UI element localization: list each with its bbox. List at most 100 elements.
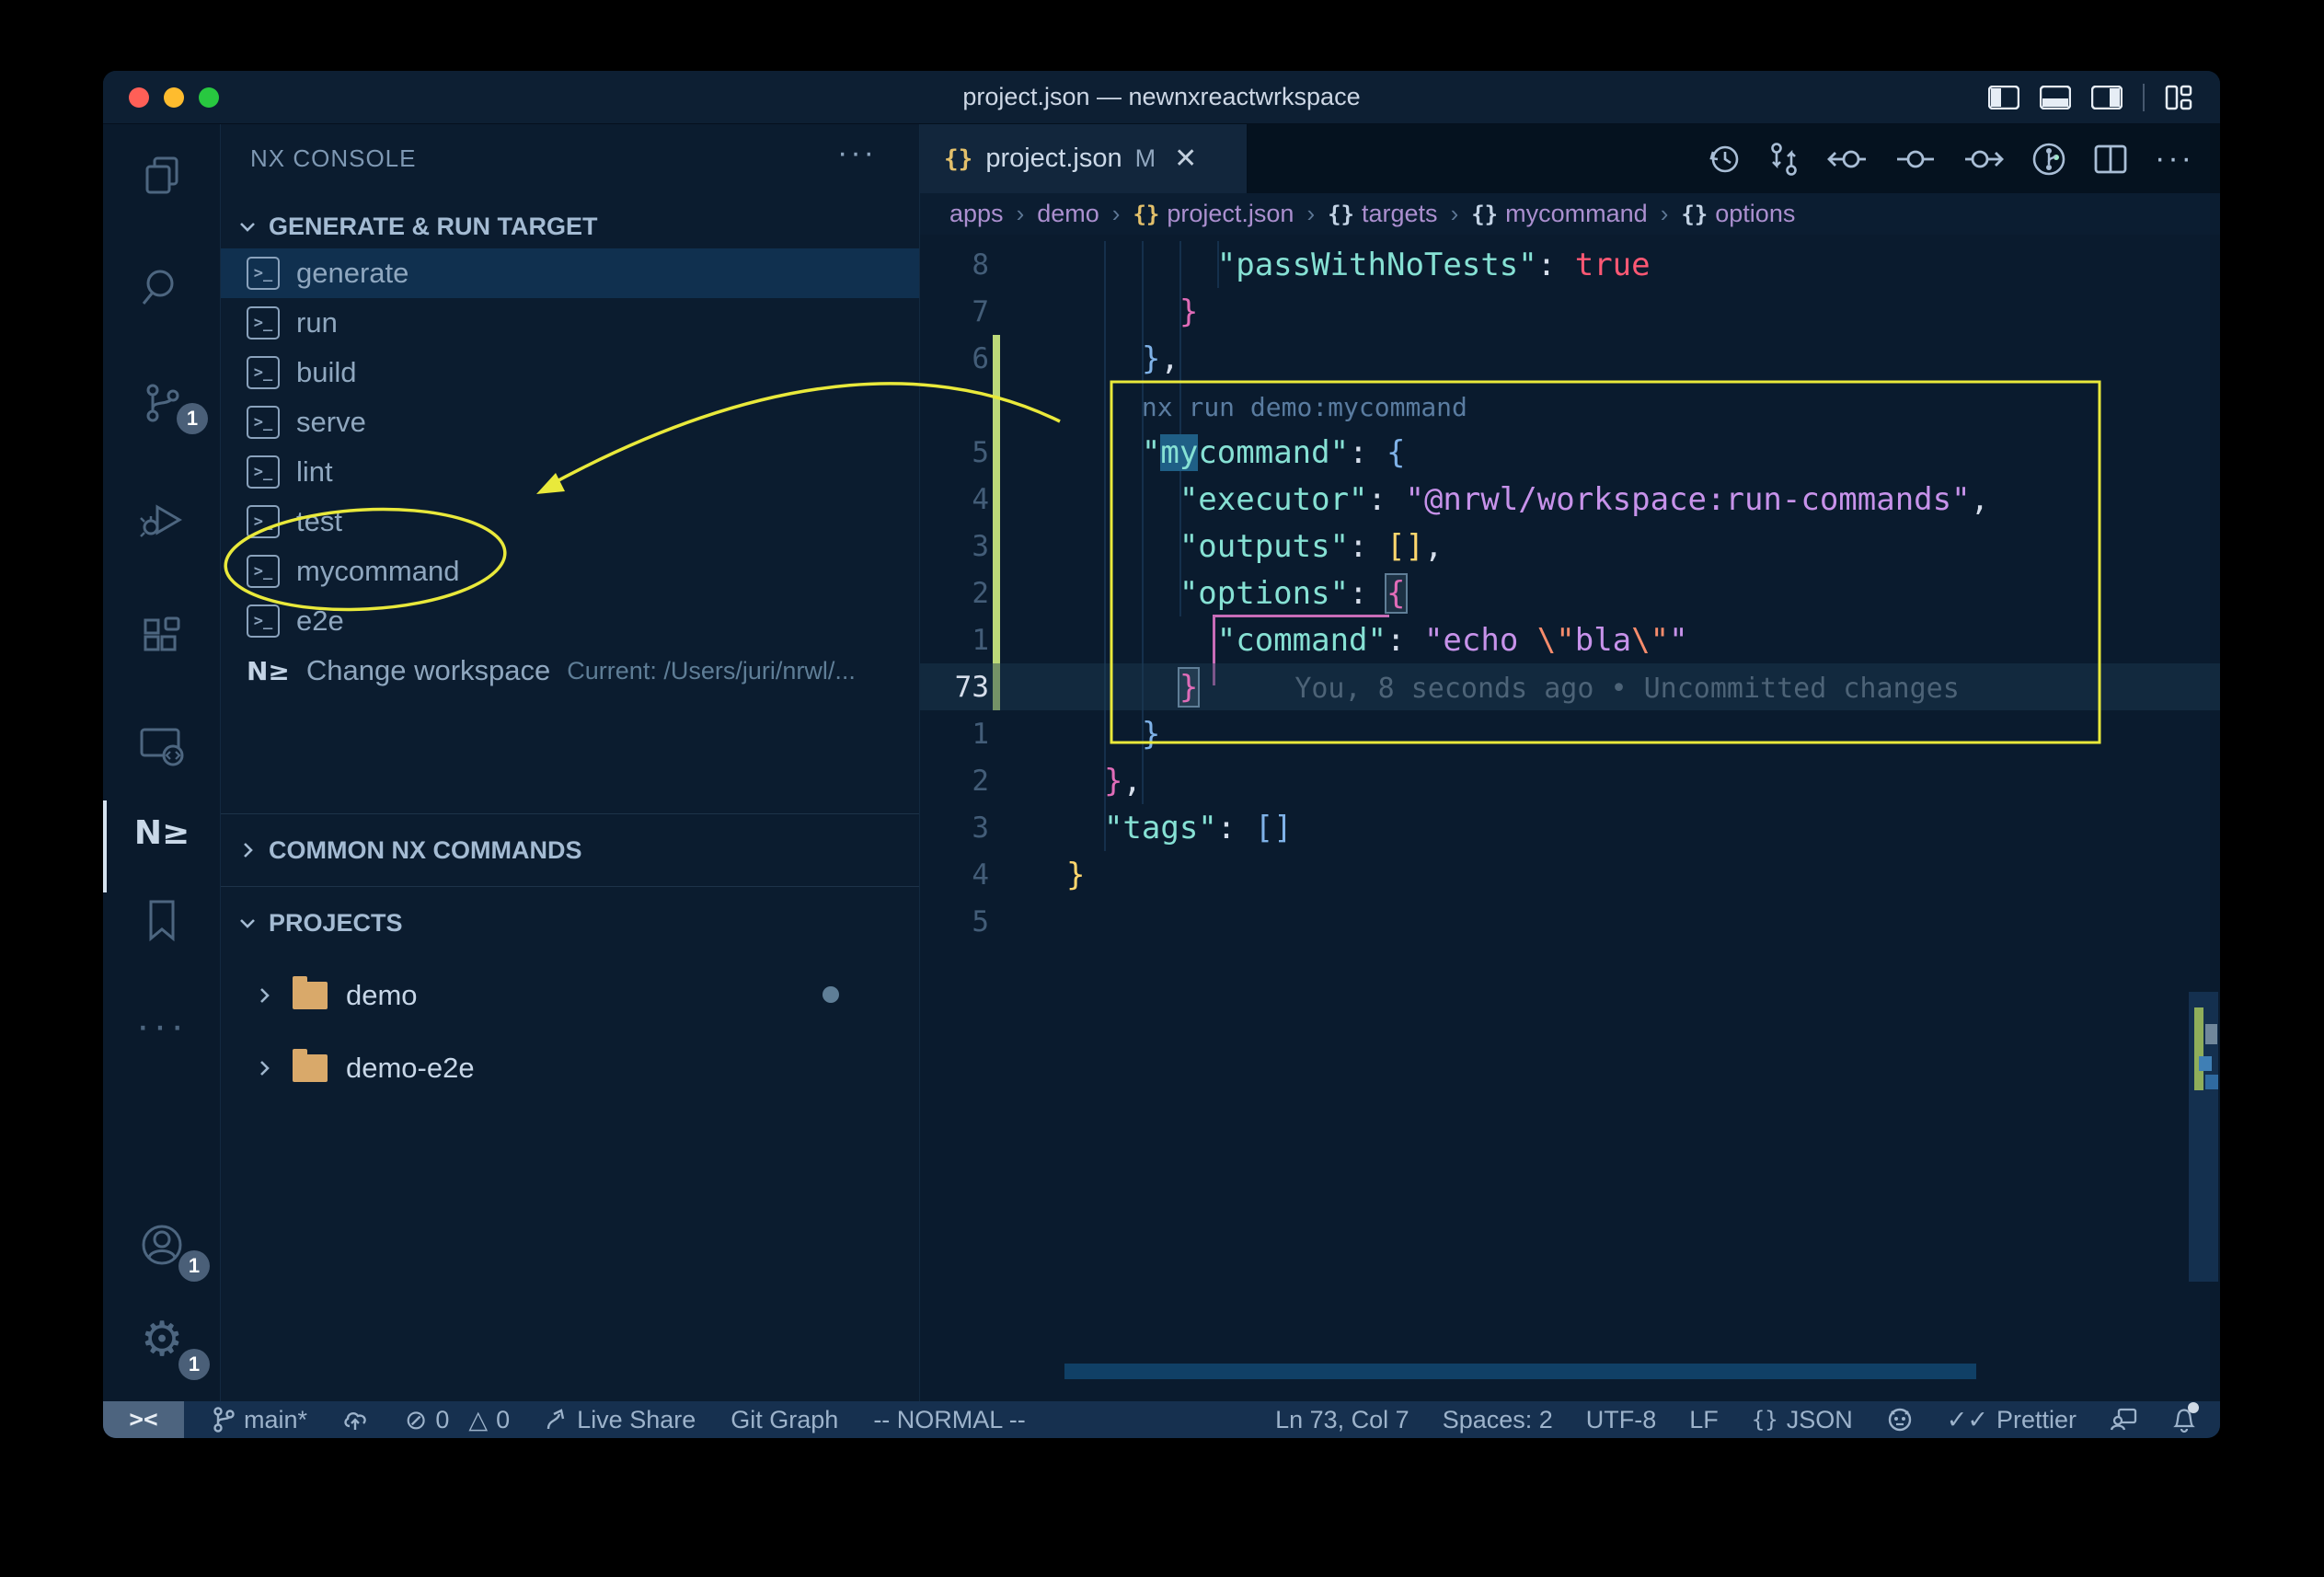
live-share-button[interactable]: Live Share	[545, 1406, 696, 1434]
code-text: }	[1066, 294, 1198, 330]
project-item-demo[interactable]: demo	[221, 959, 919, 1031]
more-actions-icon[interactable]: ···	[2155, 141, 2194, 177]
maximize-window-button[interactable]	[199, 87, 219, 108]
split-editor-icon[interactable]	[2094, 144, 2127, 174]
customize-layout-icon[interactable]	[2165, 85, 2192, 110]
search-icon[interactable]	[103, 243, 221, 331]
target-item-lint[interactable]: >_lint	[221, 447, 919, 497]
cursor-position[interactable]: Ln 73, Col 7	[1275, 1406, 1409, 1434]
target-item-build[interactable]: >_build	[221, 348, 919, 397]
sync-changes-button[interactable]	[342, 1408, 370, 1432]
breadcrumb-options[interactable]: {}options	[1681, 200, 1795, 228]
toggle-sidebar-icon[interactable]	[1988, 86, 2019, 109]
overview-ruler-mark	[2199, 1056, 2212, 1071]
code-line[interactable]: nx run demo:mycommand	[920, 382, 2220, 429]
code-line[interactable]: 1 "command": "echo \"bla\""	[920, 616, 2220, 663]
code-area[interactable]: "jestConfig": "apps/demo/jest.config.js"…	[920, 235, 2220, 1401]
vim-mode-indicator[interactable]: -- NORMAL --	[873, 1406, 1025, 1434]
encoding-setting[interactable]: UTF-8	[1586, 1406, 1657, 1434]
section-common-nx-commands[interactable]: COMMON NX COMMANDS	[221, 813, 919, 886]
explorer-icon[interactable]	[103, 131, 221, 219]
indentation-setting[interactable]: Spaces: 2	[1443, 1406, 1553, 1434]
current-change-icon[interactable]	[1895, 144, 1936, 175]
close-window-button[interactable]	[129, 87, 149, 108]
code-line[interactable]: 3 "tags": []	[920, 804, 2220, 851]
line-number: 3	[920, 812, 989, 845]
code-line[interactable]: 1 }	[920, 710, 2220, 757]
more-views-icon[interactable]: ···	[103, 982, 221, 1070]
status-bar: >< main* ⊘ 0 △ 0 Live Share Git Graph --…	[103, 1401, 2220, 1438]
language-mode[interactable]: {} JSON	[1752, 1406, 1853, 1434]
terminal-icon: >_	[247, 356, 280, 389]
codelens-run-command[interactable]: nx run demo:mycommand	[1142, 392, 1467, 422]
target-label: lint	[296, 455, 333, 489]
target-item-generate[interactable]: >_generate	[221, 248, 919, 298]
code-line[interactable]: 4}	[920, 851, 2220, 898]
problems-indicator[interactable]: ⊘ 0 △ 0	[405, 1404, 510, 1436]
compare-changes-icon[interactable]	[1768, 142, 1800, 177]
breadcrumb-targets[interactable]: {}targets	[1328, 200, 1437, 228]
change-workspace-item[interactable]: N≥ Change workspace Current: /Users/juri…	[221, 646, 919, 696]
toggle-panel-icon[interactable]	[2040, 86, 2071, 109]
extensions-icon[interactable]	[103, 591, 221, 679]
next-change-icon[interactable]	[1963, 144, 2004, 175]
editor-actions: ···	[1708, 124, 2194, 193]
target-item-e2e[interactable]: >_e2e	[221, 596, 919, 646]
target-item-test[interactable]: >_test	[221, 497, 919, 547]
horizontal-scrollbar[interactable]	[1064, 1364, 1976, 1379]
live-share-contacts-icon[interactable]	[2110, 1407, 2137, 1433]
code-line[interactable]: 4 "executor": "@nrwl/workspace:run-comma…	[920, 476, 2220, 523]
code-line[interactable]: 2 "options": {	[920, 570, 2220, 616]
code-line[interactable]: "jestConfig": "apps/demo/jest.config.js"…	[920, 235, 2220, 241]
prettier-status[interactable]: ✓✓ Prettier	[1947, 1406, 2077, 1434]
code-line[interactable]: 8 "passWithNoTests": true	[920, 241, 2220, 288]
target-item-mycommand[interactable]: >_mycommand	[221, 547, 919, 596]
section-generate-run-target[interactable]: GENERATE & RUN TARGET	[221, 207, 919, 246]
breadcrumb-project.json[interactable]: {}project.json	[1133, 200, 1294, 228]
git-graph-button[interactable]: Git Graph	[731, 1406, 838, 1434]
settings-gear-icon[interactable]: ⚙ 1	[103, 1295, 221, 1384]
breadcrumb-apps[interactable]: apps	[949, 200, 1004, 228]
section-label: COMMON NX COMMANDS	[269, 836, 581, 865]
line-number: 8	[920, 248, 989, 282]
breadcrumb-mycommand[interactable]: {}mycommand	[1471, 200, 1647, 228]
tab-project-json[interactable]: {} project.json M ✕	[920, 124, 1248, 193]
remote-indicator[interactable]: ><	[103, 1401, 184, 1438]
bookmarks-icon[interactable]	[103, 876, 221, 964]
code-line[interactable]: 5	[920, 898, 2220, 945]
source-control-icon[interactable]: 1	[103, 359, 221, 447]
chevron-right-icon	[237, 840, 258, 860]
target-item-run[interactable]: >_run	[221, 298, 919, 348]
minimize-window-button[interactable]	[164, 87, 184, 108]
accounts-icon[interactable]: 1	[103, 1201, 221, 1289]
eol-setting[interactable]: LF	[1689, 1406, 1719, 1434]
code-text: nx run demo:mycommand	[1066, 387, 1467, 424]
timeline-history-icon[interactable]	[1708, 143, 1741, 176]
sidebar-more-actions-icon[interactable]: ···	[837, 135, 877, 171]
code-line[interactable]: 2 },	[920, 757, 2220, 804]
run-debug-icon[interactable]	[103, 476, 221, 564]
terminal-icon: >_	[247, 257, 280, 290]
section-projects[interactable]: PROJECTS	[221, 886, 919, 959]
json-node-icon: {}	[1471, 201, 1498, 227]
breadcrumb-demo[interactable]: demo	[1037, 200, 1099, 228]
close-tab-icon[interactable]: ✕	[1174, 143, 1197, 175]
branch-indicator[interactable]: main*	[212, 1406, 307, 1434]
remote-explorer-icon[interactable]	[103, 703, 221, 791]
code-line[interactable]: 5 "mycommand": {	[920, 429, 2220, 476]
code-line[interactable]: 7 }	[920, 288, 2220, 335]
chevron-down-icon	[237, 216, 258, 236]
json-node-icon: {}	[1133, 201, 1159, 227]
code-line[interactable]: 6 },	[920, 335, 2220, 382]
toggle-secondary-sidebar-icon[interactable]	[2091, 86, 2123, 109]
previous-change-icon[interactable]	[1827, 144, 1868, 175]
project-item-demo-e2e[interactable]: demo-e2e	[221, 1031, 919, 1104]
target-item-serve[interactable]: >_serve	[221, 397, 919, 447]
github-status-icon[interactable]	[1886, 1406, 1914, 1433]
code-line[interactable]: 3 "outputs": [],	[920, 523, 2220, 570]
notifications-bell-icon[interactable]	[2170, 1406, 2196, 1433]
breadcrumbs: apps›demo›{}project.json›{}targets›{}myc…	[920, 193, 2220, 235]
code-line[interactable]: 73 }You, 8 seconds ago • Uncommitted cha…	[920, 663, 2220, 710]
nx-console-icon[interactable]: N≥	[103, 788, 221, 877]
commit-graph-icon[interactable]	[2031, 142, 2066, 177]
